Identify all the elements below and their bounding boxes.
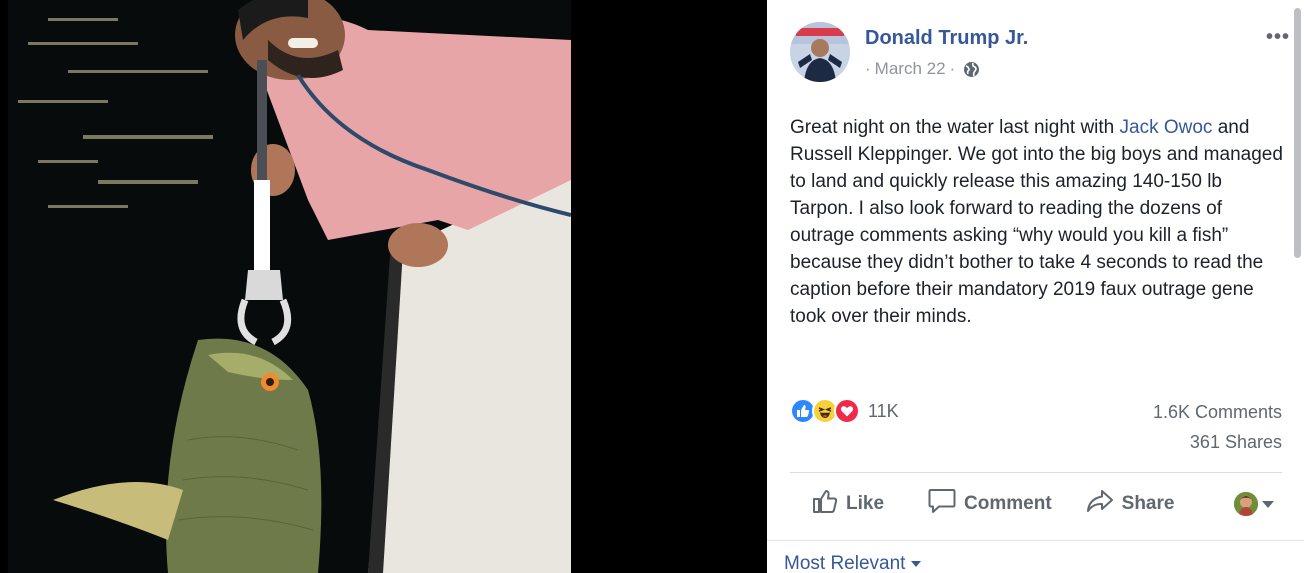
chevron-down-icon	[1262, 500, 1274, 508]
comment-label: Comment	[964, 493, 1052, 514]
comment-button[interactable]: Comment	[928, 488, 1052, 520]
post-actions-bar: Like Comment Share	[790, 476, 1282, 532]
post-meta: · March 22 ·	[865, 59, 980, 79]
shares-count[interactable]: 361 Shares	[1190, 432, 1282, 453]
share-arrow-icon	[1086, 489, 1114, 519]
post-message: Great night on the water last night with…	[790, 114, 1290, 330]
comment-bubble-icon	[928, 488, 956, 520]
meta-separator-2: ·	[949, 59, 956, 78]
tagged-person-link[interactable]: Jack Owoc	[1120, 117, 1213, 138]
reactions-count[interactable]: 11K	[868, 401, 899, 422]
viewer-avatar	[1234, 492, 1258, 516]
post-author-name[interactable]: Donald Trump Jr.	[865, 27, 1028, 50]
like-label: Like	[846, 493, 885, 514]
comments-count[interactable]: 1.6K Comments	[1153, 402, 1282, 423]
comments-divider	[767, 540, 1304, 541]
more-options-icon[interactable]: •••	[1266, 26, 1290, 49]
love-reaction-icon	[834, 398, 860, 424]
post-side-panel: Donald Trump Jr. · March 22 · ••• Great …	[767, 0, 1304, 573]
photo-viewer	[0, 0, 767, 573]
post-text-start: Great night on the water last night with	[790, 117, 1120, 138]
reactions-summary[interactable]: 11K	[790, 398, 899, 424]
post-date[interactable]: March 22	[875, 59, 946, 79]
post-text-end: and Russell Kleppinger. We got into the …	[790, 117, 1283, 327]
author-avatar[interactable]	[790, 22, 850, 82]
reply-as-selector[interactable]	[1234, 492, 1274, 516]
globe-icon[interactable]	[963, 61, 980, 78]
comments-sort-dropdown[interactable]: Most Relevant	[784, 553, 922, 573]
share-button[interactable]: Share	[1086, 489, 1175, 519]
panel-scrollbar[interactable]	[1294, 8, 1301, 258]
share-label: Share	[1121, 493, 1175, 514]
sort-chevron-down-icon	[911, 561, 922, 567]
thumbs-up-icon	[812, 488, 838, 520]
post-photo[interactable]	[8, 0, 571, 573]
like-button[interactable]: Like	[812, 488, 884, 520]
comments-sort-label: Most Relevant	[784, 553, 906, 573]
meta-separator: ·	[865, 59, 871, 78]
actions-divider	[790, 472, 1282, 473]
